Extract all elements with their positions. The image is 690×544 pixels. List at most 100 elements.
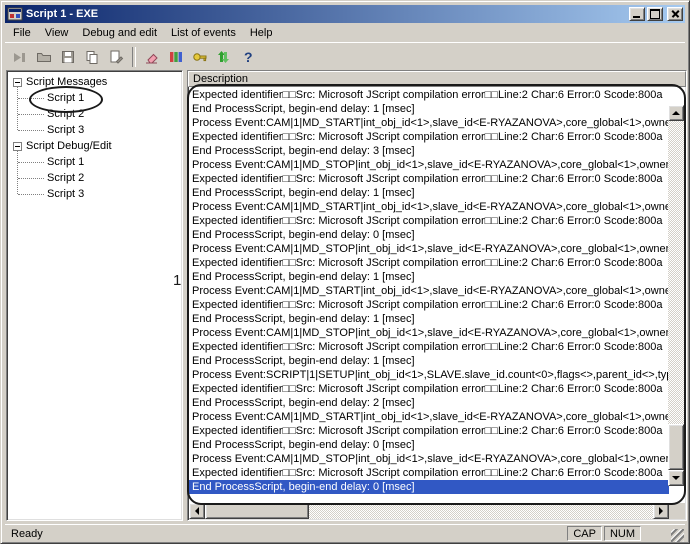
column-header-label: Description <box>193 73 248 85</box>
minimize-button[interactable] <box>629 7 645 21</box>
scroll-left-button[interactable] <box>189 503 205 519</box>
tree-connector-line <box>17 86 18 130</box>
arrow-down-icon <box>672 476 680 484</box>
vertical-scrollbar-thumb[interactable] <box>668 424 684 470</box>
num-lock-indicator: NUM <box>604 526 641 541</box>
toolbar-separator <box>132 47 136 67</box>
tree-item-label: Script 2 <box>47 108 84 120</box>
menu-item[interactable]: Debug and edit <box>75 25 164 41</box>
close-icon <box>671 10 680 18</box>
scroll-down-button[interactable] <box>668 470 684 486</box>
edit-script-button[interactable] <box>104 45 128 68</box>
arrow-up-icon <box>672 107 680 115</box>
copy-script-button[interactable] <box>80 45 104 68</box>
column-header-description[interactable]: Description <box>188 71 686 87</box>
script-messages-button[interactable] <box>164 45 188 68</box>
log-row[interactable]: End ProcessScript, begin-end delay: 3 [m… <box>189 144 669 158</box>
event-log-rows: Expected identifier□□Src: Microsoft JScr… <box>189 88 669 503</box>
tree-item-label: Script 3 <box>47 124 84 136</box>
tree-item[interactable]: Script Messages <box>11 74 182 90</box>
log-row[interactable]: Process Event:CAM|1|MD_STOP|int_obj_id<1… <box>189 158 669 172</box>
vertical-scrollbar-track[interactable] <box>668 121 684 470</box>
tree-item[interactable]: Script 2 <box>11 170 182 186</box>
scrollbar-corner <box>669 503 685 519</box>
maximize-button[interactable] <box>647 7 663 21</box>
caps-lock-indicator: CAP <box>567 526 602 541</box>
save-icon <box>60 49 76 65</box>
menu-item[interactable]: Help <box>243 25 280 41</box>
log-row[interactable]: Process Event:CAM|1|MD_START|int_obj_id<… <box>189 284 669 298</box>
resize-grip[interactable] <box>671 529 684 542</box>
app-icon <box>7 6 23 22</box>
log-row[interactable]: Expected identifier□□Src: Microsoft JScr… <box>189 172 669 186</box>
tree-item[interactable]: Script 2 <box>11 106 182 122</box>
log-row[interactable]: End ProcessScript, begin-end delay: 1 [m… <box>189 354 669 368</box>
open-script-icon <box>36 49 52 65</box>
tree-item-label: Script 2 <box>47 172 84 184</box>
log-row[interactable]: Expected identifier□□Src: Microsoft JScr… <box>189 382 669 396</box>
open-script-button[interactable] <box>32 45 56 68</box>
log-row[interactable]: Expected identifier□□Src: Microsoft JScr… <box>189 298 669 312</box>
tree-item-label: Script 3 <box>47 188 84 200</box>
horizontal-scrollbar-track[interactable] <box>205 503 653 519</box>
log-row[interactable]: Process Event:CAM|1|MD_START|int_obj_id<… <box>189 410 669 424</box>
tree-item[interactable]: Script 1 <box>11 90 182 106</box>
scroll-right-button[interactable] <box>653 503 669 519</box>
help-icon: ? <box>240 49 256 65</box>
log-row[interactable]: End ProcessScript, begin-end delay: 1 [m… <box>189 186 669 200</box>
log-row[interactable]: Expected identifier□□Src: Microsoft JScr… <box>189 424 669 438</box>
log-row[interactable]: Process Event:CAM|1|MD_START|int_obj_id<… <box>189 116 669 130</box>
tree-item[interactable]: Script 3 <box>11 186 182 202</box>
log-row[interactable]: End ProcessScript, begin-end delay: 1 [m… <box>189 312 669 326</box>
tree-item[interactable]: Script Debug/Edit <box>11 138 182 154</box>
vertical-scrollbar[interactable] <box>668 105 684 486</box>
log-row[interactable]: Process Event:CAM|1|MD_STOP|int_obj_id<1… <box>189 326 669 340</box>
status-message: Ready <box>5 528 567 540</box>
help-button[interactable]: ? <box>236 45 260 68</box>
horizontal-scrollbar-thumb[interactable] <box>205 503 309 519</box>
log-row[interactable]: Process Event:CAM|1|MD_START|int_obj_id<… <box>189 200 669 214</box>
log-row[interactable]: Process Event:CAM|1|MD_STOP|int_obj_id<1… <box>189 452 669 466</box>
log-row[interactable]: End ProcessScript, begin-end delay: 0 [m… <box>189 480 669 494</box>
log-row[interactable]: Expected identifier□□Src: Microsoft JScr… <box>189 88 669 102</box>
edit-script-icon <box>108 49 124 65</box>
menu-item[interactable]: View <box>38 25 76 41</box>
script-tree-panel: Script Messages Script 1 Script 2 Script… <box>6 70 183 521</box>
menu-item[interactable]: List of events <box>164 25 243 41</box>
close-button[interactable] <box>667 7 683 21</box>
erase-icon <box>144 49 160 65</box>
log-row[interactable]: Process Event:SCRIPT|1|SETUP|int_obj_id<… <box>189 368 669 382</box>
step-script-button[interactable] <box>8 45 32 68</box>
log-row[interactable]: End ProcessScript, begin-end delay: 1 [m… <box>189 102 669 116</box>
clear-log-button[interactable] <box>140 45 164 68</box>
log-row[interactable]: Process Event:CAM|1|MD_STOP|int_obj_id<1… <box>189 242 669 256</box>
arrow-right-icon <box>659 507 667 515</box>
tree-item[interactable]: Script 1 <box>11 154 182 170</box>
maximize-icon <box>650 9 660 19</box>
log-row[interactable]: Expected identifier□□Src: Microsoft JScr… <box>189 466 669 480</box>
title-bar[interactable]: Script 1 - EXE <box>5 5 685 23</box>
menu-bar: File View Debug and edit List of events … <box>5 24 685 42</box>
tree-item-label: Script 1 <box>47 156 84 168</box>
log-row[interactable]: Expected identifier□□Src: Microsoft JScr… <box>189 256 669 270</box>
log-row[interactable]: Expected identifier□□Src: Microsoft JScr… <box>189 340 669 354</box>
key-settings-button[interactable] <box>188 45 212 68</box>
log-row[interactable]: Expected identifier□□Src: Microsoft JScr… <box>189 214 669 228</box>
svg-text:?: ? <box>244 49 253 65</box>
refresh-events-button[interactable] <box>212 45 236 68</box>
tree-item-label: Script 1 <box>47 92 84 104</box>
script-tree: Script Messages Script 1 Script 2 Script… <box>7 71 182 202</box>
log-row[interactable]: End ProcessScript, begin-end delay: 0 [m… <box>189 228 669 242</box>
status-bar: Ready CAP NUM <box>5 524 685 542</box>
toolbar: ? <box>5 42 685 70</box>
step-script-icon <box>12 49 28 65</box>
save-script-button[interactable] <box>56 45 80 68</box>
log-row[interactable]: Expected identifier□□Src: Microsoft JScr… <box>189 130 669 144</box>
horizontal-scrollbar[interactable] <box>189 503 669 519</box>
log-row[interactable]: End ProcessScript, begin-end delay: 1 [m… <box>189 270 669 284</box>
log-row[interactable]: End ProcessScript, begin-end delay: 2 [m… <box>189 396 669 410</box>
log-row[interactable]: End ProcessScript, begin-end delay: 0 [m… <box>189 438 669 452</box>
tree-item[interactable]: Script 3 <box>11 122 182 138</box>
menu-item[interactable]: File <box>6 25 38 41</box>
scroll-up-button[interactable] <box>668 105 684 121</box>
